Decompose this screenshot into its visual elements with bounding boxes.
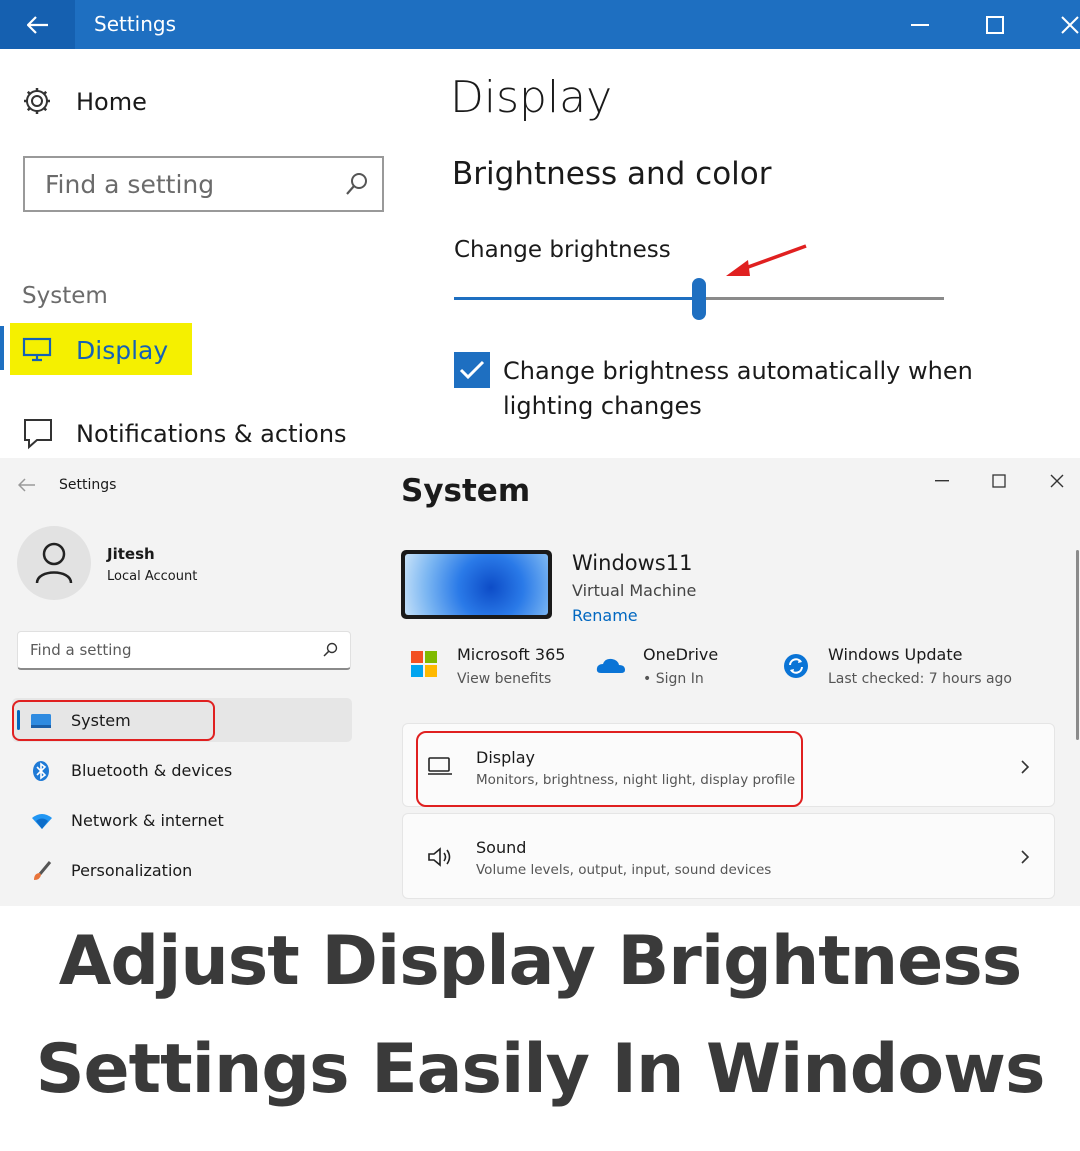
windows11-settings-window: Settings Jitesh Local Account Find a set… (0, 458, 1080, 906)
minimize-button[interactable] (890, 0, 950, 49)
close-icon (1050, 474, 1064, 488)
search-placeholder: Find a setting (30, 641, 132, 659)
annotation-arrow-icon (726, 244, 807, 276)
wifi-icon (32, 814, 52, 829)
window-title: Settings (94, 12, 177, 36)
maximize-button[interactable] (979, 466, 1019, 496)
rename-link[interactable]: Rename (572, 606, 638, 625)
home-nav-item[interactable] (22, 86, 52, 116)
wallpaper-image (405, 554, 548, 615)
minimize-icon (935, 480, 949, 482)
search-icon (346, 173, 367, 195)
tile-title: Windows Update (828, 645, 963, 664)
nav-category-label: System (22, 283, 108, 309)
sound-settings-card[interactable]: Sound Volume levels, output, input, soun… (402, 813, 1055, 899)
minimize-icon (911, 23, 929, 26)
back-arrow-icon (26, 15, 48, 34)
tile-title: Microsoft 365 (457, 645, 566, 664)
tile-subtitle: Last checked: 7 hours ago (828, 671, 1012, 687)
sidebar-item-notifications[interactable]: Notifications & actions (76, 420, 347, 448)
bluetooth-icon (33, 761, 49, 781)
annotation-box-display (416, 731, 803, 807)
tile-subtitle: View benefits (457, 671, 552, 687)
auto-brightness-checkbox[interactable] (454, 352, 490, 388)
sidebar-item-display[interactable]: Display (76, 336, 168, 365)
tile-title: OneDrive (643, 645, 719, 664)
page-title: Display (450, 72, 613, 123)
close-button[interactable] (1040, 0, 1080, 49)
card-subtitle: Volume levels, output, input, sound devi… (476, 862, 772, 878)
device-type: Virtual Machine (572, 581, 697, 600)
device-name: Windows11 (572, 551, 693, 575)
section-title: Brightness and color (452, 156, 772, 192)
search-input[interactable]: Find a setting (17, 631, 351, 670)
windows-update-icon (784, 654, 808, 678)
caption-line-1: Adjust Display Brightness (58, 922, 1022, 1001)
speaker-icon (428, 847, 451, 867)
notification-icon (24, 419, 52, 450)
maximize-button[interactable] (965, 0, 1025, 49)
user-icon (35, 542, 73, 584)
account-type: Local Account (107, 569, 198, 584)
avatar[interactable] (17, 526, 91, 600)
minimize-button[interactable] (922, 466, 962, 496)
monitor-icon (22, 337, 52, 362)
maximize-icon (992, 474, 1006, 488)
brightness-slider-fill (454, 297, 699, 300)
sidebar-item-label: Network & internet (71, 811, 224, 830)
windows10-settings-window: Settings Home Find a setting System Disp (0, 0, 1080, 458)
close-icon (1061, 15, 1079, 34)
caption-line-2: Settings Easily In Windows (35, 1030, 1046, 1109)
search-icon (323, 642, 338, 657)
sidebar-item-label: System (71, 711, 131, 730)
auto-brightness-label: Change brightness automatically when lig… (503, 357, 973, 420)
gear-icon (24, 88, 50, 114)
chevron-right-icon (1021, 760, 1030, 774)
card-title: Sound (476, 838, 527, 857)
selected-indicator (0, 326, 4, 370)
user-name: Jitesh (107, 545, 155, 563)
device-thumbnail (401, 550, 552, 619)
back-arrow-icon[interactable] (18, 478, 36, 492)
onedrive-icon (596, 658, 625, 673)
scrollbar[interactable] (1076, 550, 1079, 740)
brush-icon (34, 861, 52, 880)
title-bar: Settings (0, 0, 1080, 49)
window-title: Settings (59, 477, 117, 493)
page-title: System (401, 473, 531, 509)
search-placeholder: Find a setting (45, 170, 215, 199)
back-button[interactable] (0, 0, 75, 49)
system-icon (31, 714, 51, 728)
chevron-right-icon (1021, 850, 1030, 864)
brightness-label: Change brightness (454, 237, 671, 263)
microsoft-logo-icon (411, 651, 437, 677)
checkmark-icon (459, 360, 485, 380)
close-button[interactable] (1037, 466, 1077, 496)
sidebar-item-label: Bluetooth & devices (71, 761, 233, 780)
search-input[interactable]: Find a setting (23, 156, 384, 212)
home-label[interactable]: Home (76, 88, 147, 116)
tile-subtitle: • Sign In (643, 671, 704, 687)
sidebar-item-label: Personalization (71, 861, 193, 880)
brightness-slider-thumb[interactable] (692, 278, 706, 320)
maximize-icon (986, 15, 1004, 34)
